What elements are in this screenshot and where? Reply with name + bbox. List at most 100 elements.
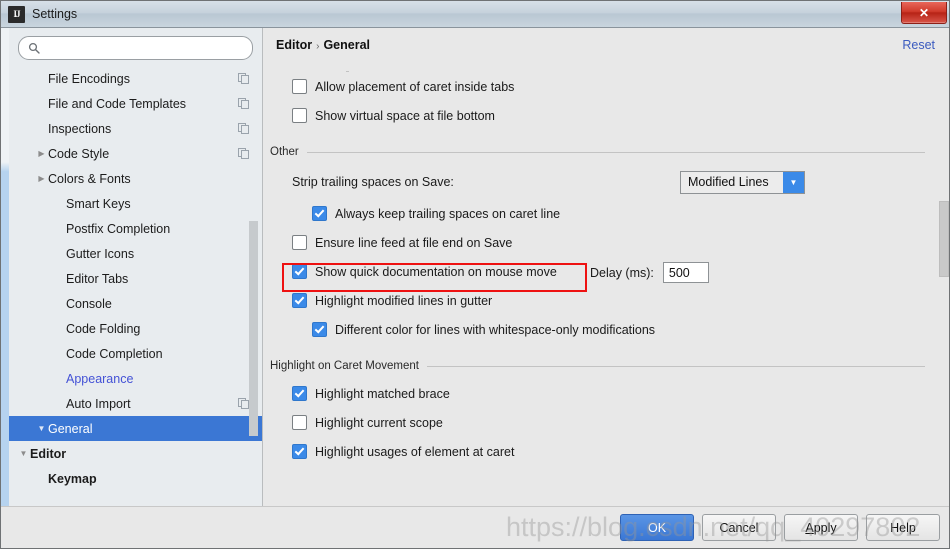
sidebar-item-console[interactable]: Console xyxy=(9,291,262,316)
button-label: Apply xyxy=(805,520,837,535)
sidebar-item-file-encodings[interactable]: File Encodings xyxy=(9,66,262,91)
checkbox-different-color-for-lines-with-whitespace-only[interactable] xyxy=(312,322,327,337)
caret-options-group: Highlight matched brace Highlight current… xyxy=(264,379,949,466)
checkbox-row-ensure-line-feed-at-file-end-on-save[interactable]: Ensure line feed at file end on Save xyxy=(264,228,949,257)
sidebar-item-auto-import[interactable]: Auto Import xyxy=(9,391,262,416)
strip-trailing-value: Modified Lines xyxy=(688,175,769,189)
checkbox-row-show-virtual-space-at-file-bottom[interactable]: Show virtual space at file bottom xyxy=(264,101,949,130)
chevron-down-icon[interactable]: ▼ xyxy=(783,171,804,193)
sidebar-item-label: Appearance xyxy=(66,371,134,386)
top-options-group: Allow placement of caret inside tabs Show… xyxy=(264,72,949,130)
sidebar-item-smart-keys[interactable]: Smart Keys xyxy=(9,191,262,216)
settings-tree: File Encodings File and Code Templates Ins… xyxy=(9,66,262,504)
left-accent-strip xyxy=(1,28,9,507)
clipped-row-above xyxy=(292,61,949,72)
section-other-label: Other xyxy=(270,146,299,158)
title-bar: IJ Settings ✕ xyxy=(1,1,949,28)
checkbox-highlight-matched-brace[interactable] xyxy=(292,386,307,401)
settings-sidebar: File Encodings File and Code Templates Ins… xyxy=(9,28,263,507)
sidebar-item-code-folding[interactable]: Code Folding xyxy=(9,316,262,341)
checkbox-row-always-keep-trailing-spaces-on-caret-line[interactable]: Always keep trailing spaces on caret lin… xyxy=(264,199,949,228)
breadcrumb-separator-icon: › xyxy=(316,41,320,52)
checkbox-row-highlight-modified-lines-in-gutter[interactable]: Highlight modified lines in gutter xyxy=(264,286,949,315)
settings-content: Allow placement of caret inside tabs Show… xyxy=(264,61,949,501)
sidebar-item-label: Inspections xyxy=(48,121,112,136)
breadcrumb-parent[interactable]: Editor xyxy=(276,38,312,52)
dialog-button-bar: OK Cancel Apply Help xyxy=(1,506,949,548)
sidebar-item-label: Editor Tabs xyxy=(66,271,129,286)
chevron-down-icon[interactable]: ▼ xyxy=(35,424,48,433)
button-label: Help xyxy=(890,520,916,535)
cancel-button[interactable]: Cancel xyxy=(702,514,776,541)
sidebar-item-label: Colors & Fonts xyxy=(48,171,131,186)
sidebar-item-label: Auto Import xyxy=(66,396,131,411)
delay-control: Delay (ms): xyxy=(590,262,709,283)
reset-link[interactable]: Reset xyxy=(902,38,935,52)
sidebar-item-gutter-icons[interactable]: Gutter Icons xyxy=(9,241,262,266)
sidebar-item-label: Console xyxy=(66,296,112,311)
delay-label: Delay (ms): xyxy=(590,265,654,280)
strip-trailing-dropdown[interactable]: Modified Lines ▼ xyxy=(680,170,805,194)
checkbox-highlight-current-scope[interactable] xyxy=(292,415,307,430)
sidebar-item-colors-fonts[interactable]: ▶ Colors & Fonts xyxy=(9,166,262,191)
chevron-right-icon[interactable]: ▶ xyxy=(35,149,48,158)
sidebar-item-inspections[interactable]: Inspections xyxy=(9,116,262,141)
sidebar-item-label: Code Style xyxy=(48,146,110,161)
sidebar-item-general[interactable]: ▼ General xyxy=(9,416,262,441)
checkbox-always-keep-trailing-spaces-on-caret-line[interactable] xyxy=(312,206,327,221)
settings-main-panel: Editor › General Reset Allow placement o… xyxy=(264,28,949,507)
main-scrollbar-thumb[interactable] xyxy=(939,201,949,277)
checkbox-row-allow-placement-of-caret-inside-tabs[interactable]: Allow placement of caret inside tabs xyxy=(264,72,949,101)
sidebar-item-keymap[interactable]: Keymap xyxy=(9,466,262,491)
sidebar-item-label: File and Code Templates xyxy=(48,96,187,111)
checkbox-row-highlight-matched-brace[interactable]: Highlight matched brace xyxy=(264,379,949,408)
sidebar-item-label: Smart Keys xyxy=(66,196,131,211)
apply-button[interactable]: Apply xyxy=(784,514,858,541)
sidebar-item-label: Keymap xyxy=(48,471,97,486)
search-input[interactable] xyxy=(44,39,252,57)
checkbox-label: Show quick documentation on mouse move xyxy=(315,264,557,279)
ok-button[interactable]: OK xyxy=(620,514,694,541)
chevron-down-icon[interactable]: ▼ xyxy=(17,449,30,458)
sidebar-item-postfix-completion[interactable]: Postfix Completion xyxy=(9,216,262,241)
search-field[interactable] xyxy=(18,36,253,60)
copy-settings-icon[interactable] xyxy=(238,148,250,159)
checkbox-row-highlight-current-scope[interactable]: Highlight current scope xyxy=(264,408,949,437)
window-title: Settings xyxy=(32,7,78,21)
copy-settings-icon[interactable] xyxy=(238,98,250,109)
checkbox-row-highlight-usages-of-element-at-caret[interactable]: Highlight usages of element at caret xyxy=(264,437,949,466)
sidebar-item-code-completion[interactable]: Code Completion xyxy=(9,341,262,366)
settings-dialog: IJ Settings ✕ File Encodings File and Cod… xyxy=(0,0,950,549)
checkbox-row-different-color-for-lines-with-whitespace-only[interactable]: Different color for lines with whitespac… xyxy=(264,315,949,344)
checkbox-label: Highlight modified lines in gutter xyxy=(315,293,493,308)
sidebar-item-editor[interactable]: ▼ Editor xyxy=(9,441,262,466)
checkbox-highlight-modified-lines-in-gutter[interactable] xyxy=(292,293,307,308)
checkbox-allow-placement-of-caret-inside-tabs[interactable] xyxy=(292,79,307,94)
checkbox-label: Show virtual space at file bottom xyxy=(315,108,495,123)
sidebar-item-editor-tabs[interactable]: Editor Tabs xyxy=(9,266,262,291)
breadcrumb: Editor › General Reset xyxy=(264,28,949,56)
sidebar-item-label: General xyxy=(48,421,93,436)
page-title: General xyxy=(323,38,371,52)
strip-trailing-row: Strip trailing spaces on Save: Modified … xyxy=(264,165,949,199)
checkbox-show-quick-documentation-on-mouse-move[interactable] xyxy=(292,264,307,279)
delay-input[interactable] xyxy=(662,262,709,283)
sidebar-item-file-and-code-templates[interactable]: File and Code Templates xyxy=(9,91,262,116)
section-caret-movement: Highlight on Caret Movement xyxy=(264,353,949,379)
checkbox-show-virtual-space-at-file-bottom[interactable] xyxy=(292,108,307,123)
sidebar-item-appearance[interactable]: Appearance xyxy=(9,366,262,391)
search-icon xyxy=(24,42,44,54)
window-controls: ✕ xyxy=(901,1,949,27)
copy-settings-icon[interactable] xyxy=(238,123,250,134)
checkbox-ensure-line-feed-at-file-end-on-save[interactable] xyxy=(292,235,307,250)
sidebar-item-code-style[interactable]: ▶ Code Style xyxy=(9,141,262,166)
strip-trailing-label: Strip trailing spaces on Save: xyxy=(292,175,454,189)
close-button[interactable]: ✕ xyxy=(901,2,947,24)
help-button[interactable]: Help xyxy=(866,514,940,541)
copy-settings-icon[interactable] xyxy=(238,73,250,84)
chevron-right-icon[interactable]: ▶ xyxy=(35,174,48,183)
sidebar-scrollbar-thumb[interactable] xyxy=(249,221,258,436)
checkbox-row-show-quick-documentation-on-mouse-move[interactable]: Show quick documentation on mouse move De… xyxy=(264,257,949,286)
search-container xyxy=(9,28,262,66)
checkbox-highlight-usages-of-element-at-caret[interactable] xyxy=(292,444,307,459)
